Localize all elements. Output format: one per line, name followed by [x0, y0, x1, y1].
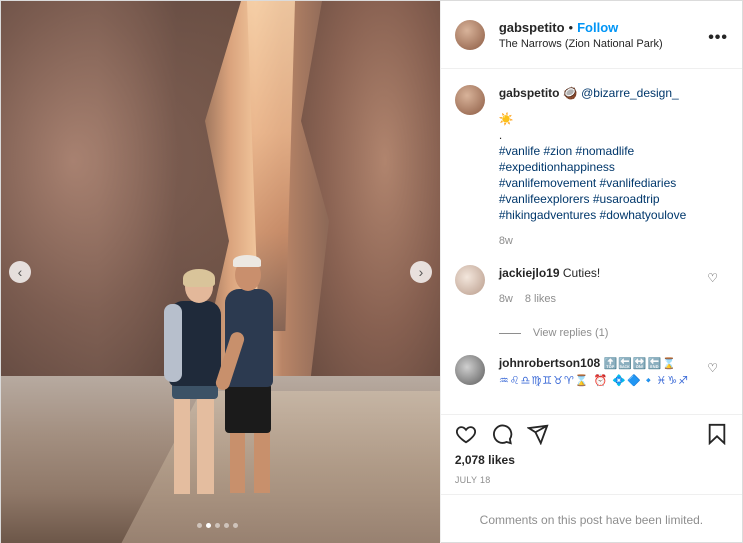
caption-dot: . — [498, 128, 503, 142]
person-left-hair — [183, 269, 215, 287]
avatar[interactable] — [454, 85, 485, 115]
heart-icon[interactable]: ♡ — [707, 271, 718, 285]
chevron-left-icon[interactable]: ‹ — [9, 261, 31, 283]
person-right-legs — [230, 431, 270, 493]
carousel-dot[interactable] — [233, 523, 238, 528]
comment-text: Cuties! — [562, 266, 601, 280]
next-glyph: › — [418, 264, 424, 280]
post-sidebar: gabspetito • Follow The Narrows (Zion Na… — [439, 1, 742, 543]
carousel-dot-active[interactable] — [206, 523, 211, 528]
comments-area[interactable]: gabspetito 🥥 @bizarre_design_ ☀️ . #vanl… — [441, 69, 742, 414]
post-container: ‹ › gabspetito • Follow The Narrows (Zio… — [0, 0, 743, 543]
view-replies-label: View replies (1) — [532, 327, 609, 339]
canyon-wall-right — [301, 1, 440, 401]
comment-body: jackiejlo19 Cuties! 8w 8 likes — [499, 265, 709, 307]
header-username[interactable]: gabspetito — [499, 20, 565, 35]
follow-button[interactable]: Follow — [577, 20, 618, 35]
carousel-dot[interactable] — [197, 523, 202, 528]
heart-icon[interactable]: ♡ — [707, 361, 718, 375]
canyon-sky — [247, 1, 295, 331]
prev-glyph: ‹ — [17, 264, 23, 280]
comment-body: johnrobertson108 🔝🔙🔛🔚⌛♒♌♎♍♊♉♈⌛ ⏰ 💠🔷🔹♓♑♐ — [499, 355, 709, 389]
coconut-emoji: 🥥 — [562, 86, 578, 100]
header-separator: • — [568, 19, 574, 35]
chevron-right-icon[interactable]: › — [410, 261, 432, 283]
comment-meta: 8w 8 likes — [499, 291, 709, 307]
caption-body: gabspetito 🥥 @bizarre_design_ ☀️ . #vanl… — [499, 85, 709, 249]
header-text: gabspetito • Follow The Narrows (Zion Na… — [499, 20, 663, 50]
comment-item: johnrobertson108 🔝🔙🔛🔚⌛♒♌♎♍♊♉♈⌛ ⏰ 💠🔷🔹♓♑♐ … — [454, 355, 728, 389]
likes-count[interactable]: 2,078 likes — [455, 453, 728, 467]
avatar[interactable] — [454, 19, 485, 50]
action-icons — [455, 423, 728, 445]
caption: gabspetito 🥥 @bizarre_design_ ☀️ . #vanl… — [454, 85, 728, 249]
person-left-jacket — [164, 304, 182, 382]
more-icon[interactable]: ••• — [708, 29, 728, 47]
view-replies-button[interactable]: View replies (1) — [498, 327, 728, 339]
post-date: JULY 18 — [454, 475, 491, 485]
caption-mention[interactable]: @bizarre_design_ — [581, 86, 679, 100]
avatar[interactable] — [454, 265, 485, 295]
person-right-shorts — [225, 383, 271, 433]
comment-username[interactable]: jackiejlo19 — [499, 266, 560, 280]
header-row: gabspetito • Follow — [499, 20, 663, 35]
comment-age: 8w — [498, 293, 513, 305]
share-icon[interactable] — [526, 423, 549, 445]
location-link[interactable]: The Narrows (Zion National Park) — [499, 38, 663, 50]
post-header: gabspetito • Follow The Narrows (Zion Na… — [440, 1, 742, 69]
comment-icon[interactable] — [491, 423, 513, 445]
bookmark-icon[interactable] — [706, 423, 728, 445]
caption-age: 8w — [498, 235, 513, 247]
carousel-dot[interactable] — [224, 523, 229, 528]
post-actions: 2,078 likes JULY 18 — [440, 414, 742, 494]
person-right-cap — [233, 255, 261, 267]
heart-icon[interactable] — [455, 423, 477, 445]
post-photo[interactable]: ‹ › — [1, 1, 440, 543]
carousel-dot[interactable] — [215, 523, 220, 528]
replies-line — [498, 332, 521, 334]
caption-meta: 8w — [499, 233, 709, 249]
comment-likes[interactable]: 8 likes — [525, 291, 556, 307]
comment-item: jackiejlo19 Cuties! 8w 8 likes ♡ — [454, 265, 728, 307]
carousel-dots — [197, 523, 238, 528]
comments-limited-notice: Comments on this post have been limited. — [440, 494, 742, 543]
comment-username[interactable]: johnrobertson108 — [499, 356, 600, 370]
person-left-legs — [174, 386, 214, 494]
caption-hashtags[interactable]: #vanlife #zion #nomadlife #expeditionhap… — [499, 143, 709, 223]
caption-username[interactable]: gabspetito — [499, 86, 560, 100]
avatar[interactable] — [454, 355, 485, 385]
sun-emoji: ☀️ — [498, 112, 514, 126]
